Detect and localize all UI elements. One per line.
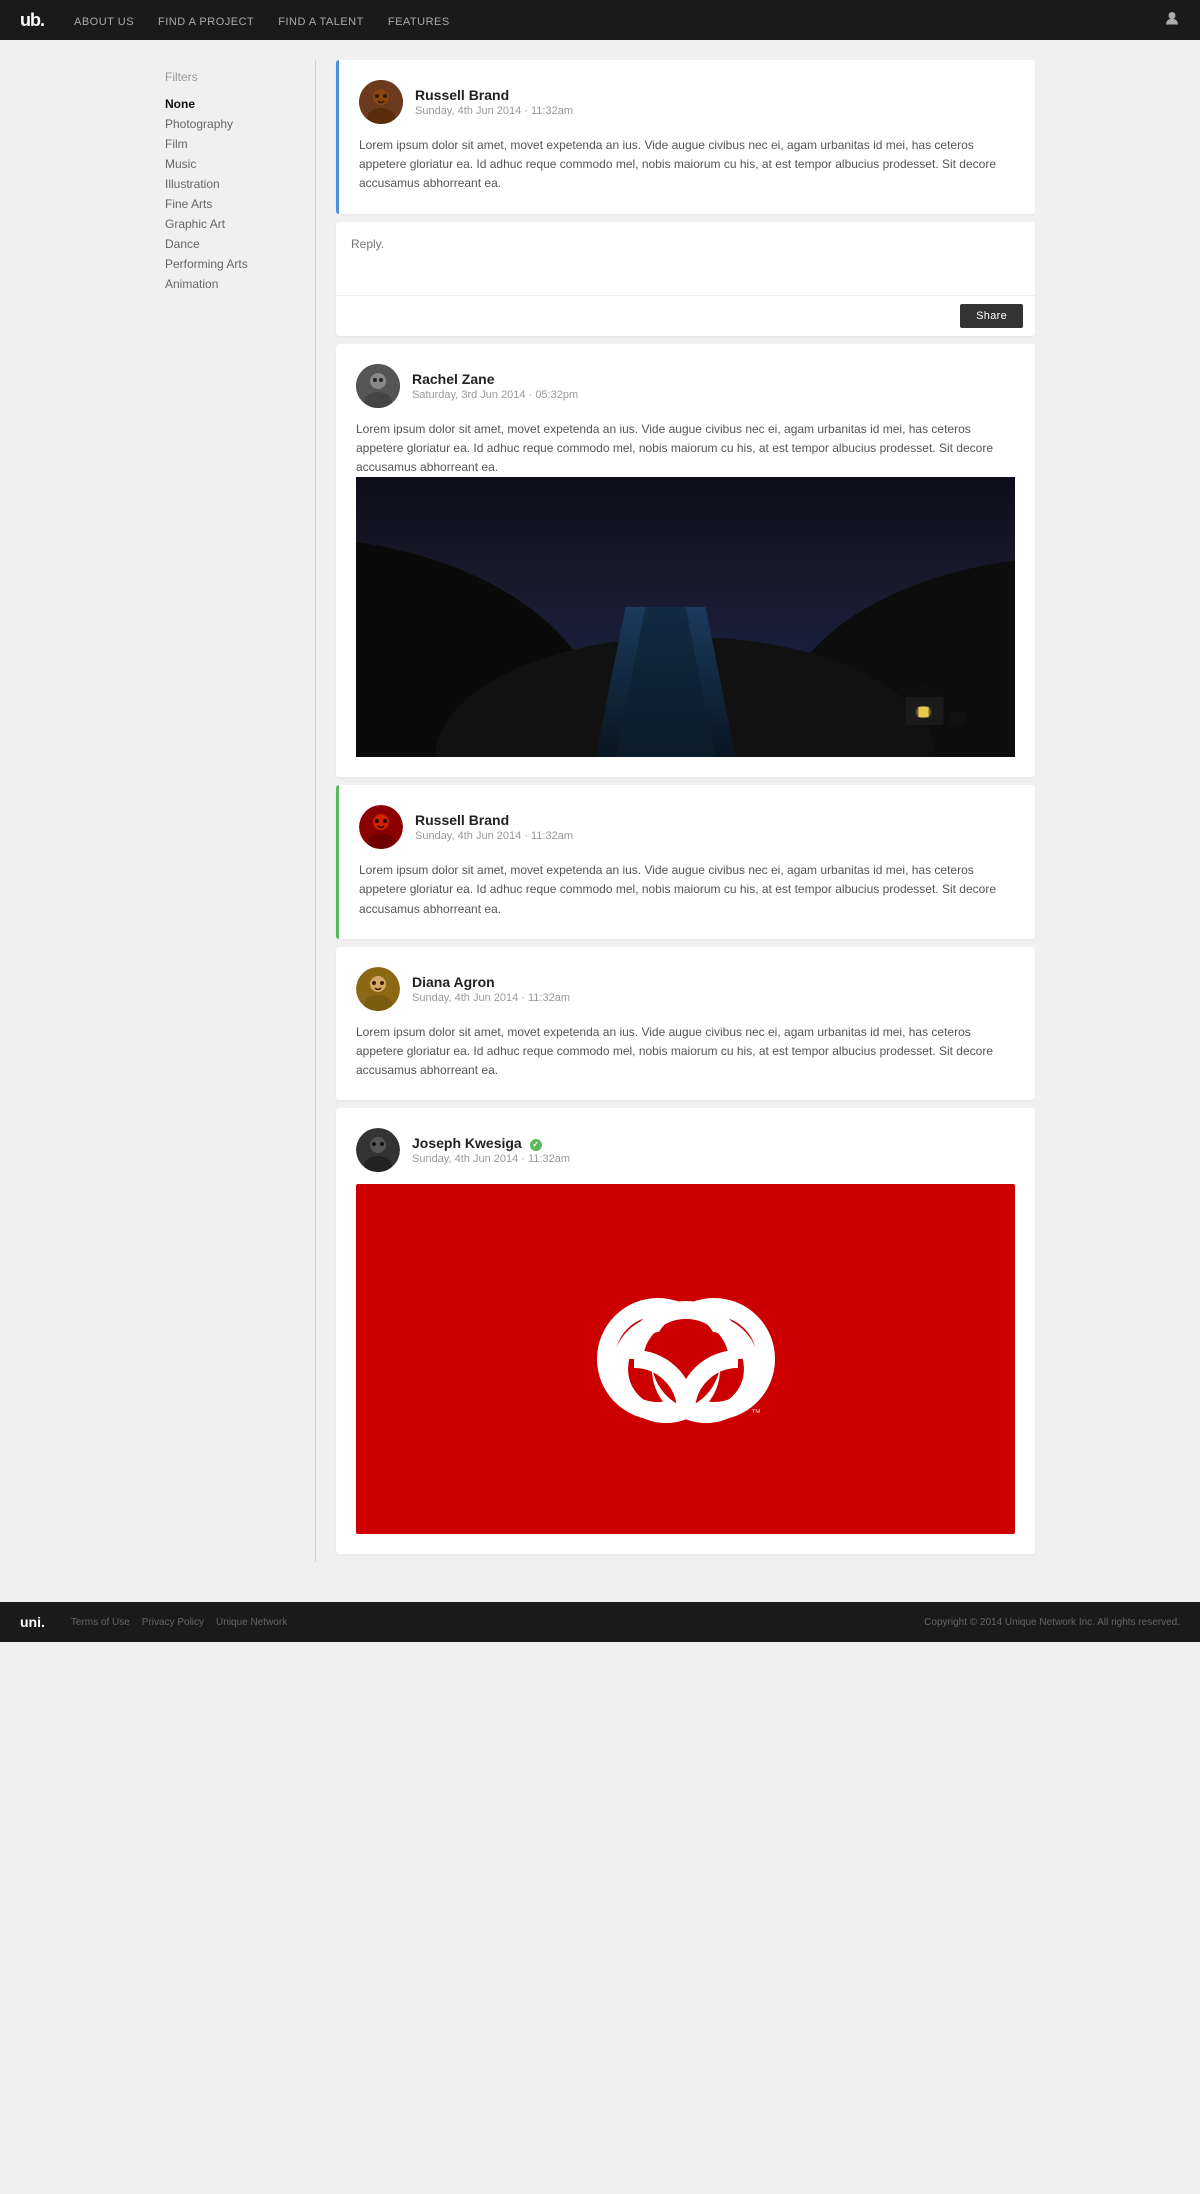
post-meta-2: Rachel Zane Saturday, 3rd Jun 2014 · 05:…: [412, 371, 578, 401]
svg-text:™: ™: [751, 1408, 761, 1419]
post-image-landscape: [356, 477, 1015, 757]
navbar: ub. ABOUT US FIND A PROJECT FIND A TALEN…: [0, 0, 1200, 40]
author-name-5: Joseph Kwesiga: [412, 1135, 570, 1151]
author-name-3: Russell Brand: [415, 812, 573, 828]
post-card-4: Diana Agron Sunday, 4th Jun 2014 · 11:32…: [336, 947, 1035, 1101]
post-header-3: Russell Brand Sunday, 4th Jun 2014 · 11:…: [359, 805, 1015, 849]
post-card-2: Rachel Zane Saturday, 3rd Jun 2014 · 05:…: [336, 344, 1035, 778]
post-card-1: Russell Brand Sunday, 4th Jun 2014 · 11:…: [336, 60, 1035, 214]
timestamp-5: Sunday, 4th Jun 2014 · 11:32am: [412, 1153, 570, 1165]
sidebar-item-dance[interactable]: Dance: [165, 234, 295, 254]
footer-terms[interactable]: Terms of Use: [71, 1617, 130, 1628]
sidebar-divider: [315, 60, 316, 1562]
author-name-4: Diana Agron: [412, 974, 570, 990]
post-meta-4: Diana Agron Sunday, 4th Jun 2014 · 11:32…: [412, 974, 570, 1004]
user-icon[interactable]: [1164, 11, 1180, 30]
page-wrapper: Filters None Photography Film Music Illu…: [150, 40, 1050, 1582]
post-header-2: Rachel Zane Saturday, 3rd Jun 2014 · 05:…: [356, 364, 1015, 408]
verified-badge: [530, 1139, 542, 1151]
sidebar-item-music[interactable]: Music: [165, 154, 295, 174]
main-content: Russell Brand Sunday, 4th Jun 2014 · 11:…: [321, 60, 1050, 1562]
sidebar-item-illustration[interactable]: Illustration: [165, 174, 295, 194]
post-meta-5: Joseph Kwesiga Sunday, 4th Jun 2014 · 11…: [412, 1135, 570, 1165]
footer-unique-network[interactable]: Unique Network: [216, 1617, 287, 1628]
footer-logo: uni.: [20, 1614, 45, 1630]
post-body-4: Lorem ipsum dolor sit amet, movet expete…: [356, 1023, 1015, 1081]
footer: uni. Terms of Use Privacy Policy Unique …: [0, 1602, 1200, 1642]
nav-find-project[interactable]: FIND A PROJECT: [158, 16, 254, 28]
post-card-3: Russell Brand Sunday, 4th Jun 2014 · 11:…: [336, 785, 1035, 939]
nav-links: ABOUT US FIND A PROJECT FIND A TALENT FE…: [74, 13, 450, 28]
timestamp-2: Saturday, 3rd Jun 2014 · 05:32pm: [412, 389, 578, 401]
post-body-2: Lorem ipsum dolor sit amet, movet expete…: [356, 420, 1015, 478]
post-body-1: Lorem ipsum dolor sit amet, movet expete…: [359, 136, 1015, 194]
author-name-1: Russell Brand: [415, 87, 573, 103]
post-meta-3: Russell Brand Sunday, 4th Jun 2014 · 11:…: [415, 812, 573, 842]
footer-privacy[interactable]: Privacy Policy: [142, 1617, 204, 1628]
avatar-diana: [356, 967, 400, 1011]
post-card-5: Joseph Kwesiga Sunday, 4th Jun 2014 · 11…: [336, 1108, 1035, 1554]
nav-logo: ub.: [20, 10, 44, 31]
sidebar: Filters None Photography Film Music Illu…: [150, 60, 310, 1562]
sidebar-item-graphic-art[interactable]: Graphic Art: [165, 214, 295, 234]
nav-about-us[interactable]: ABOUT US: [74, 16, 134, 28]
author-name-2: Rachel Zane: [412, 371, 578, 387]
sidebar-item-film[interactable]: Film: [165, 134, 295, 154]
sidebar-item-fine-arts[interactable]: Fine Arts: [165, 194, 295, 214]
timestamp-4: Sunday, 4th Jun 2014 · 11:32am: [412, 992, 570, 1004]
avatar-russell-2: [359, 805, 403, 849]
avatar-russell-1: [359, 80, 403, 124]
sidebar-item-performing-arts[interactable]: Performing Arts: [165, 254, 295, 274]
post-meta-1: Russell Brand Sunday, 4th Jun 2014 · 11:…: [415, 87, 573, 117]
filters-label: Filters: [165, 70, 295, 84]
share-button[interactable]: Share: [960, 304, 1023, 328]
post-image-adobe-cc: ™: [356, 1184, 1015, 1534]
footer-copyright: Copyright © 2014 Unique Network Inc. All…: [924, 1617, 1180, 1628]
timestamp-3: Sunday, 4th Jun 2014 · 11:32am: [415, 830, 573, 842]
reply-card: Share: [336, 222, 1035, 336]
footer-links: Terms of Use Privacy Policy Unique Netwo…: [71, 1617, 287, 1628]
nav-features[interactable]: FEATURES: [388, 16, 450, 28]
post-header-1: Russell Brand Sunday, 4th Jun 2014 · 11:…: [359, 80, 1015, 124]
sidebar-item-photography[interactable]: Photography: [165, 114, 295, 134]
post-body-3: Lorem ipsum dolor sit amet, movet expete…: [359, 861, 1015, 919]
post-header-4: Diana Agron Sunday, 4th Jun 2014 · 11:32…: [356, 967, 1015, 1011]
post-header-5: Joseph Kwesiga Sunday, 4th Jun 2014 · 11…: [356, 1128, 1015, 1172]
sidebar-item-none[interactable]: None: [165, 94, 295, 114]
reply-textarea[interactable]: [336, 222, 1035, 292]
timestamp-1: Sunday, 4th Jun 2014 · 11:32am: [415, 105, 573, 117]
reply-footer: Share: [336, 295, 1035, 336]
nav-find-talent[interactable]: FIND A TALENT: [278, 16, 364, 28]
avatar-joseph: [356, 1128, 400, 1172]
sidebar-item-animation[interactable]: Animation: [165, 274, 295, 294]
avatar-rachel: [356, 364, 400, 408]
